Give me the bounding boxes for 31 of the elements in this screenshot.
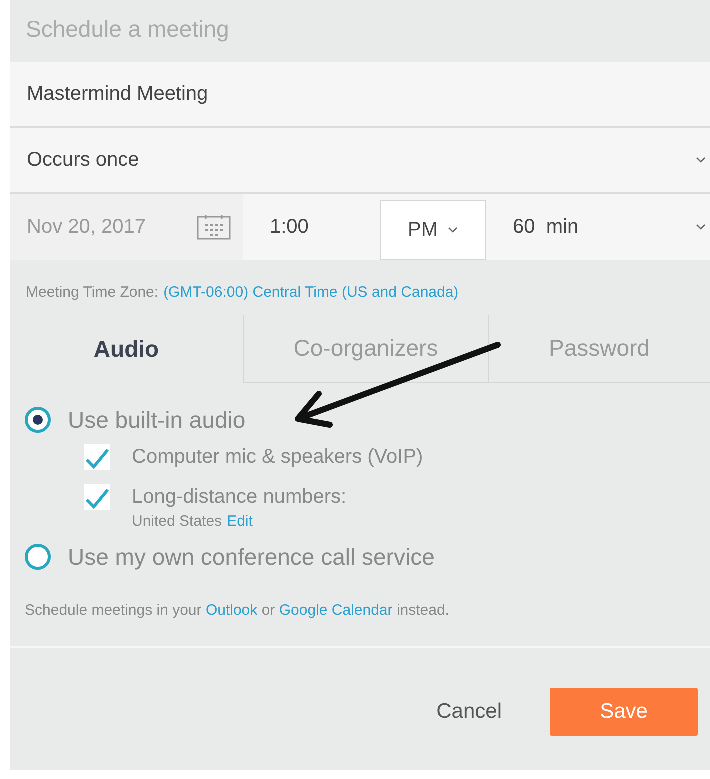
dialog-title: Schedule a meeting: [25, 15, 230, 44]
calendar-icon: [197, 214, 231, 240]
checkbox[interactable]: [84, 484, 110, 510]
option-label: Use built-in audio: [68, 406, 246, 434]
time-field[interactable]: 1:00: [243, 194, 380, 260]
chevron-icon: [696, 157, 706, 163]
tab[interactable]: Co-organizers: [243, 315, 488, 383]
recurrence-dropdown[interactable]: Occurs once: [10, 128, 710, 194]
radio-button[interactable]: [25, 407, 51, 433]
tab[interactable]: Audio: [10, 315, 243, 383]
checkbox[interactable]: [84, 444, 110, 470]
chevron-icon: [448, 227, 458, 233]
checkbox-label: Long-distance numbers:: [132, 486, 347, 508]
chevron-icon: [696, 224, 706, 230]
time-zone-link[interactable]: (GMT-06:00) Central Time (US and Canada): [164, 284, 459, 301]
edit-link[interactable]: Edit: [227, 513, 253, 530]
schedule-note: Schedule meetings in your Outlook or Google Calendar instead.: [10, 574, 710, 648]
calendar-link[interactable]: Google Calendar: [279, 602, 393, 619]
option-label: Use my own conference call service: [68, 544, 435, 570]
date-field[interactable]: Nov 20, 2017: [10, 194, 243, 260]
duration-dropdown[interactable]: 60 min: [486, 194, 710, 260]
meeting-title-field[interactable]: Mastermind Meeting: [10, 62, 710, 128]
country-text: United States: [132, 513, 222, 530]
am-pm-dropdown[interactable]: PM: [380, 200, 486, 260]
radio-button[interactable]: [25, 544, 51, 570]
save-button[interactable]: Save: [550, 688, 698, 736]
time-zone-label: Meeting Time Zone:: [26, 284, 159, 301]
tab[interactable]: Password: [488, 315, 710, 383]
calendar-link[interactable]: Outlook: [206, 602, 258, 619]
checkbox-label: Computer mic & speakers (VoIP): [132, 446, 424, 468]
cancel-button[interactable]: Cancel: [436, 690, 502, 734]
